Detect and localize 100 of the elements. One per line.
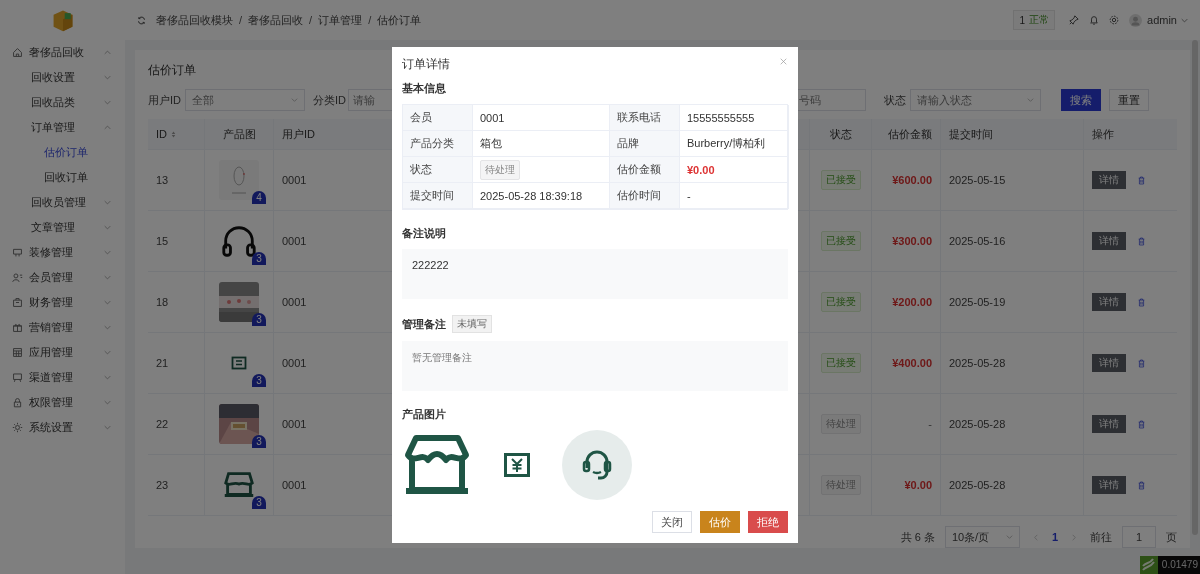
- page-input[interactable]: 1: [1122, 526, 1156, 548]
- menu-item[interactable]: 渠道管理: [0, 365, 125, 390]
- trash-icon[interactable]: [1138, 175, 1145, 185]
- detail-value: ¥0.00: [687, 163, 715, 176]
- filter-label: 分类ID: [313, 92, 346, 108]
- menu-item[interactable]: 系统设置: [0, 415, 125, 440]
- breadcrumb-item[interactable]: 奢侈品回收: [248, 12, 304, 28]
- image-count-badge: 4: [252, 191, 266, 204]
- settings-icon[interactable]: [1109, 15, 1120, 25]
- trash-icon[interactable]: [1138, 358, 1145, 368]
- detail-label: 提交时间: [403, 183, 473, 209]
- column-header: 状态: [829, 126, 852, 142]
- user-name[interactable]: admin: [1147, 14, 1177, 26]
- image-count-badge: 3: [252, 313, 266, 326]
- menu-item[interactable]: 装修管理: [0, 240, 125, 265]
- submenu-item[interactable]: 文章管理: [0, 215, 125, 240]
- debug-value: 0.01479: [1157, 556, 1200, 574]
- trash-icon[interactable]: [1138, 419, 1145, 429]
- trash-icon[interactable]: [1138, 236, 1145, 246]
- headset-icon[interactable]: [562, 430, 632, 500]
- table-cell: 13: [156, 174, 169, 186]
- estimate-button[interactable]: 估价: [700, 511, 740, 533]
- status-tag: 已接受: [820, 353, 861, 373]
- table-cell: 15: [156, 235, 169, 247]
- submenu-item[interactable]: 回收员管理: [0, 190, 125, 215]
- table-cell: 0001: [282, 174, 307, 186]
- submenu-item[interactable]: 订单管理: [0, 115, 125, 140]
- wallet-icon: [12, 297, 23, 308]
- column-header: 用户ID: [282, 126, 315, 142]
- table-cell: 0001: [282, 235, 307, 247]
- caret-icon[interactable]: [1181, 17, 1188, 23]
- pin-icon[interactable]: [1069, 15, 1080, 25]
- page-number[interactable]: 1: [1051, 531, 1058, 543]
- home-icon: [12, 47, 23, 58]
- page-size-select[interactable]: 10条/页: [944, 526, 1020, 548]
- bell-icon[interactable]: [1089, 15, 1100, 25]
- trash-icon[interactable]: [1138, 480, 1145, 490]
- empty-tag: 未填写: [452, 315, 492, 333]
- refresh-icon[interactable]: [137, 15, 146, 25]
- menu-item[interactable]: 权限管理: [0, 390, 125, 415]
- grid-icon: [12, 347, 23, 358]
- detail-button[interactable]: 详情: [1092, 293, 1126, 311]
- menu-item[interactable]: 奢侈品回收: [0, 40, 125, 65]
- reject-button[interactable]: 拒绝: [748, 511, 788, 533]
- status-badge: 1 正常: [1013, 10, 1056, 30]
- table-cell: 0001: [282, 296, 307, 308]
- filter-label: 用户ID: [148, 92, 181, 108]
- submenu-item[interactable]: 回收品类: [0, 90, 125, 115]
- breadcrumb-item[interactable]: 奢侈品回收模块: [156, 12, 233, 28]
- trash-icon[interactable]: [1138, 297, 1145, 307]
- page-suffix: 页: [1166, 529, 1177, 545]
- table-cell: 21: [156, 357, 169, 369]
- scrollbar[interactable]: [1192, 40, 1198, 535]
- section-title: 备注说明: [402, 226, 447, 241]
- menu-item[interactable]: 应用管理: [0, 340, 125, 365]
- detail-value: 15555555555: [687, 111, 755, 124]
- sort-icon[interactable]: [171, 130, 176, 138]
- image-count-badge: 3: [252, 252, 266, 265]
- menu-item[interactable]: 财务管理: [0, 290, 125, 315]
- detail-button[interactable]: 详情: [1092, 171, 1126, 189]
- admin-remark-box: 暂无管理备注: [402, 341, 788, 391]
- detail-button[interactable]: 详情: [1092, 476, 1126, 494]
- detail-value: -: [687, 189, 691, 202]
- submenu-item[interactable]: 回收设置: [0, 65, 125, 90]
- breadcrumb-separator: /: [309, 14, 313, 26]
- status-tag: 已接受: [820, 231, 861, 251]
- reset-button[interactable]: 重置: [1109, 89, 1149, 111]
- menu-label: 装修管理: [29, 245, 74, 260]
- detail-button[interactable]: 详情: [1092, 354, 1126, 372]
- column-header: ID: [156, 128, 167, 140]
- menu-item[interactable]: 会员管理: [0, 265, 125, 290]
- table-cell: 2025-05-16: [949, 235, 1006, 247]
- menu-label: 奢侈品回收: [29, 45, 85, 60]
- menu-label: 应用管理: [29, 345, 74, 360]
- column-header: 估价金额: [888, 126, 932, 142]
- close-button[interactable]: 关闭: [652, 511, 692, 533]
- table-cell: 2025-05-19: [949, 296, 1006, 308]
- lock-icon: [12, 397, 23, 408]
- table-cell: ¥600.00: [892, 174, 932, 186]
- table-cell: 0001: [282, 479, 307, 491]
- submenu-item[interactable]: 回收订单: [0, 165, 125, 190]
- detail-button[interactable]: 详情: [1092, 232, 1126, 250]
- user-select[interactable]: 全部: [185, 89, 305, 111]
- breadcrumb-item[interactable]: 估价订单: [377, 12, 422, 28]
- submenu-item[interactable]: 估价订单: [0, 140, 125, 165]
- status-tag: 已接受: [820, 292, 861, 312]
- breadcrumb-item[interactable]: 订单管理: [318, 12, 363, 28]
- search-button[interactable]: 搜索: [1061, 89, 1101, 111]
- status-select[interactable]: 请输入状态: [910, 89, 1041, 111]
- detail-label: 估价金额: [610, 157, 680, 183]
- section-title: 基本信息: [402, 81, 447, 96]
- table-cell: ¥300.00: [892, 235, 932, 247]
- close-icon[interactable]: [780, 57, 787, 65]
- detail-button[interactable]: 详情: [1092, 415, 1126, 433]
- detail-label: 联系电话: [610, 105, 680, 131]
- monitor-icon: [12, 247, 23, 258]
- image-count-badge: 3: [252, 435, 266, 448]
- avatar-icon[interactable]: [1129, 13, 1143, 27]
- menu-label: 会员管理: [29, 270, 74, 285]
- menu-item[interactable]: 营销管理: [0, 315, 125, 340]
